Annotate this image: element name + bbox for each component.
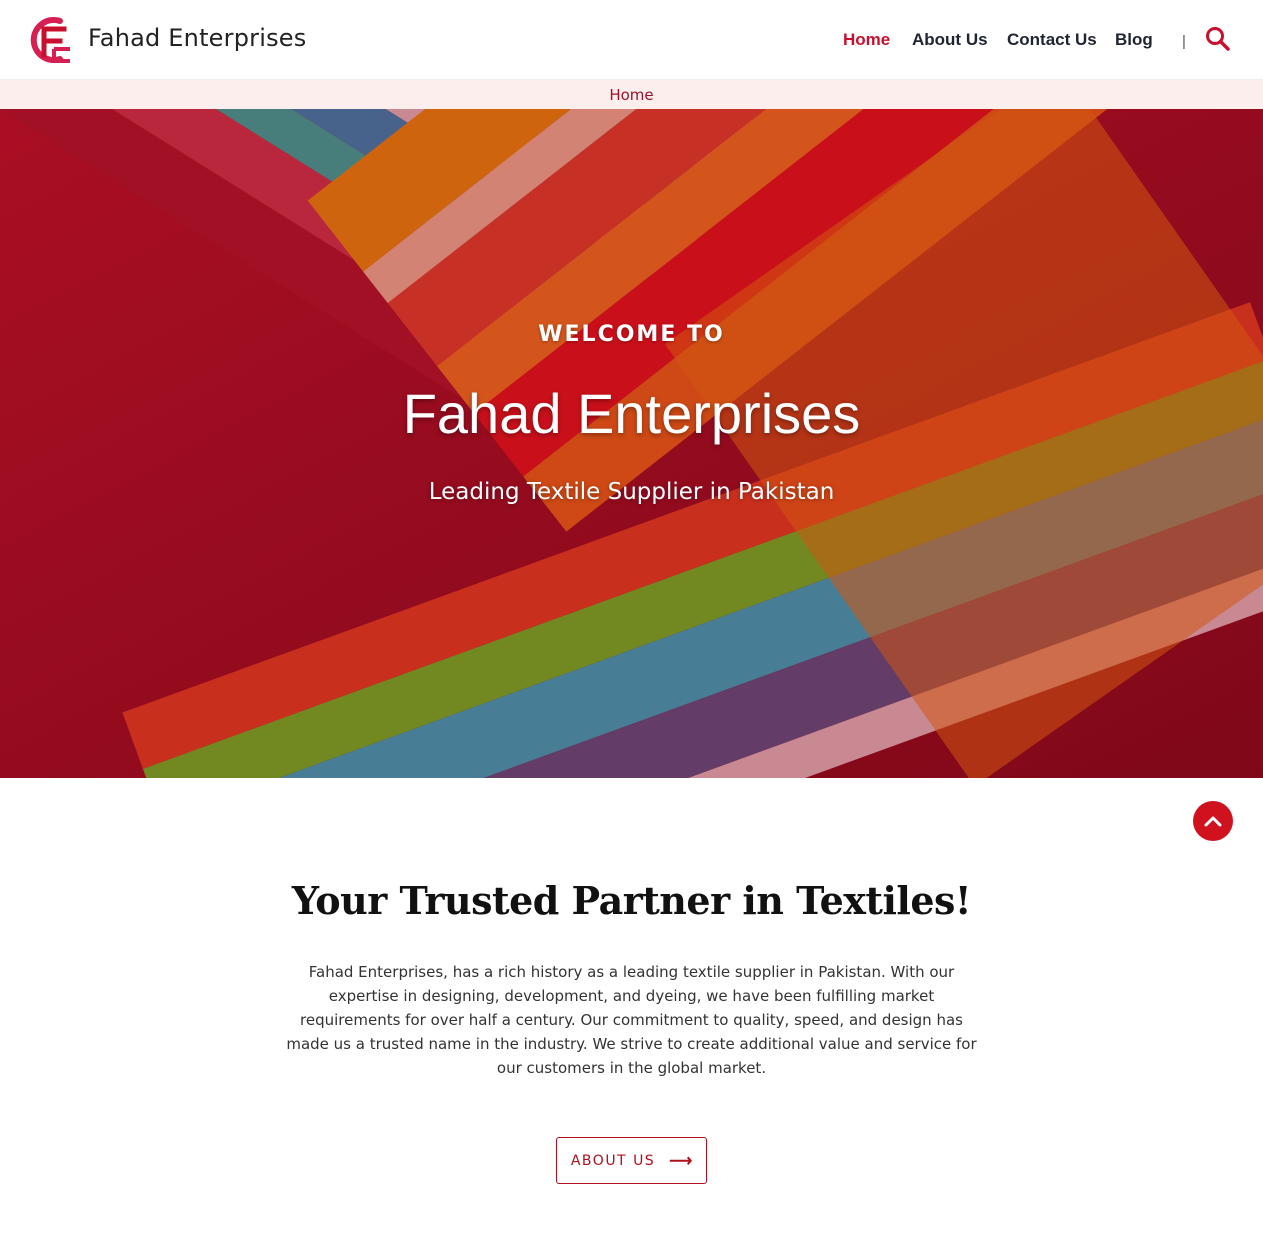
nav-about-us[interactable]: About Us <box>912 30 988 50</box>
logo-icon[interactable] <box>30 15 76 65</box>
breadcrumb: Home <box>0 80 1263 109</box>
about-us-button[interactable]: ABOUT US ⟶ <box>556 1137 707 1184</box>
nav-home[interactable]: Home <box>843 30 890 50</box>
scroll-to-top-button[interactable] <box>1193 801 1233 841</box>
about-us-button-label: ABOUT US <box>570 1152 656 1169</box>
section-title: Your Trusted Partner in Textiles! <box>291 878 972 923</box>
nav-contact-us[interactable]: Contact Us <box>1007 30 1097 50</box>
hero-welcome: WELCOME TO <box>538 322 725 347</box>
arrow-right-icon: ⟶ <box>669 1152 693 1170</box>
hero-subtitle: Leading Textile Supplier in Pakistan <box>428 479 835 505</box>
hero-banner: WELCOME TO Fahad Enterprises Leading Tex… <box>0 109 1263 778</box>
breadcrumb-item-home[interactable]: Home <box>609 86 653 104</box>
section-description: Fahad Enterprises, has a rich history as… <box>286 963 977 1077</box>
search-icon[interactable] <box>1205 26 1231 52</box>
site-header: Fahad Enterprises Home About Us Contact … <box>0 0 1263 80</box>
brand-name[interactable]: Fahad Enterprises <box>88 24 306 52</box>
nav-separator: | <box>1182 33 1186 50</box>
hero-title: Fahad Enterprises <box>402 382 861 445</box>
nav-blog[interactable]: Blog <box>1115 30 1153 50</box>
chevron-up-icon <box>1204 816 1222 827</box>
